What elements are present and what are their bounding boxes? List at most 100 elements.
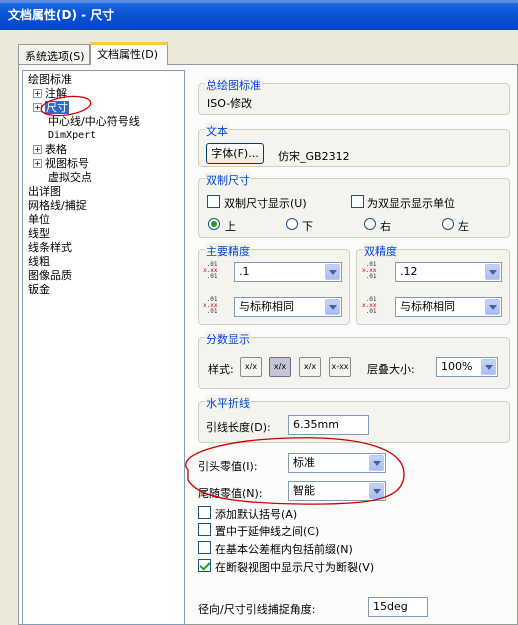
tree-item-drafting-standard[interactable]: 绘图标准 [28,73,72,87]
tree-item-label: DimXpert [48,130,97,141]
trailing-zeros-select[interactable]: 智能 [288,481,386,501]
expand-icon[interactable]: + [33,89,42,98]
default-parentheses-checkbox[interactable] [198,506,211,519]
tree-item-grid-snap[interactable]: 网格线/捕捉 [28,199,87,213]
fraction-stacked-button[interactable]: x/x [269,357,291,377]
tree-item-line-style[interactable]: 线条样式 [28,241,72,255]
dual-tolerance-select[interactable]: 与标称相同 [395,297,502,317]
tree-item-dimensions[interactable]: + 尺寸 [33,101,69,115]
font-button[interactable]: 字体(F)... [206,143,264,164]
tree-item-label: 钣金 [28,283,50,296]
expand-icon[interactable]: + [33,159,42,168]
position-left-label: 左 [458,220,469,233]
tree-item-view-labels[interactable]: + 视图标号 [33,157,89,171]
tab-label: 系统选项(S) [25,50,85,63]
tree-item-tables[interactable]: + 表格 [33,143,67,157]
stack-size-select[interactable]: 100% [436,357,498,377]
fraction-style-button[interactable]: x/x [240,357,262,377]
fraction-inline-button[interactable]: x-xx [329,357,351,377]
primary-precision-select[interactable]: .1 [234,262,342,282]
position-right-label: 右 [380,220,391,233]
center-between-extension-label: 置中于延伸线之间(C) [215,525,320,538]
chevron-down-icon[interactable] [369,483,384,499]
leader-length-label: 引线长度(D): [206,421,271,434]
tree-item-sheet-metal[interactable]: 钣金 [28,283,50,297]
tree-item-dimxpert[interactable]: DimXpert [48,129,96,143]
fraction-style-label: 样式: [208,363,234,376]
tab-label: 文档属性(D) [97,48,159,61]
tree-item-image-quality[interactable]: 图像品质 [28,269,72,283]
select-value: 与标称相同 [400,300,455,313]
select-value: 与标称相同 [239,300,294,313]
dual-display-checkbox[interactable] [207,195,220,208]
font-name: 仿宋_GB2312 [278,150,350,163]
primary-precision-title: 主要精度 [205,243,251,259]
overall-standard-title: 总绘图标准 [205,77,262,93]
precision-tolerance-icon: .01 x.xx .01 [362,296,377,315]
broken-view-checkbox[interactable] [198,559,211,572]
title-bar-edge [0,0,518,3]
position-left-radio[interactable] [442,218,454,230]
chevron-down-icon[interactable] [485,299,500,315]
position-top-radio[interactable] [208,218,220,230]
tree-item-annotations[interactable]: + 注解 [33,87,67,101]
position-bottom-radio[interactable] [286,218,298,230]
position-right-radio[interactable] [364,218,376,230]
tree-item-label: 线型 [28,227,50,240]
tree-item-centerlines[interactable]: 中心线/中心符号线 [48,115,140,129]
tree-item-label: 单位 [28,213,50,226]
tab-document-properties[interactable]: 文档属性(D) [90,42,168,65]
tree-item-label: 注解 [45,87,67,100]
tree-item-line-thickness[interactable]: 线粗 [28,255,50,269]
chevron-down-icon[interactable] [325,299,340,315]
tree-item-label: 出详图 [28,185,61,198]
select-value: 智能 [293,484,315,497]
center-between-extension-checkbox[interactable] [198,523,211,536]
default-parentheses-label: 添加默认括号(A) [215,508,298,521]
dual-display-label: 双制尺寸显示(U) [224,197,307,210]
tree-item-line-font[interactable]: 线型 [28,227,50,241]
tree-item-label: 线粗 [28,255,50,268]
tree-item-virtual-sharps[interactable]: 虚拟交点 [48,171,92,185]
overall-standard-value: ISO-修改 [207,97,253,110]
tree-item-detailing[interactable]: 出详图 [28,185,61,199]
select-value: 标准 [293,456,315,469]
leading-zeros-select[interactable]: 标准 [288,453,386,473]
snap-angle-input[interactable]: 15deg [368,597,428,617]
tab-system-options[interactable]: 系统选项(S) [18,44,90,64]
leader-length-input[interactable]: 6.35mm [288,415,369,435]
text-title: 文本 [205,123,229,139]
primary-tolerance-select[interactable]: 与标称相同 [234,297,342,317]
dual-units-label: 为双显示显示单位 [367,197,455,210]
tree-item-label: 网格线/捕捉 [28,199,87,212]
horizontal-break-title: 水平折线 [205,395,251,411]
expand-icon[interactable]: + [33,103,42,112]
dual-precision-select[interactable]: .12 [395,262,502,282]
snap-angle-label: 径向/尺寸引线捕捉角度: [198,603,316,616]
chevron-down-icon[interactable] [325,264,340,280]
precision-tolerance-icon: .01 x.xx .01 [203,296,218,315]
chevron-down-icon[interactable] [481,359,496,375]
expand-icon[interactable]: + [33,145,42,154]
precision-value-icon: .01 x.xx .01 [203,261,218,280]
dual-dimensions-title: 双制尺寸 [205,172,251,188]
position-bottom-label: 下 [302,220,313,233]
tree-item-label: 图像品质 [28,269,72,282]
dual-units-checkbox[interactable] [351,195,364,208]
stack-size-label: 层叠大小: [367,363,415,376]
fraction-diagonal-button[interactable]: x/x [299,357,321,377]
options-tree[interactable]: 绘图标准 + 注解 + 尺寸 中心线/中心符号线 DimXpert + 表格 + 视图标… [22,70,185,625]
tree-item-units[interactable]: 单位 [28,213,50,227]
tree-item-label: 虚拟交点 [48,171,92,184]
chevron-down-icon[interactable] [369,455,384,471]
dual-precision-title: 双精度 [363,243,398,259]
trailing-zeros-label: 尾随零值(N): [198,487,263,500]
tree-item-label: 视图标号 [45,157,89,170]
chevron-down-icon[interactable] [485,264,500,280]
broken-view-label: 在断裂视图中显示尺寸为断裂(V) [215,561,375,574]
include-prefix-checkbox[interactable] [198,541,211,554]
include-prefix-label: 在基本公差框内包括前缀(N) [215,543,353,556]
position-top-label: 上 [225,220,236,233]
title-bar: 文档属性(D) - 尺寸 [0,0,518,30]
tree-item-label: 尺寸 [45,101,69,114]
